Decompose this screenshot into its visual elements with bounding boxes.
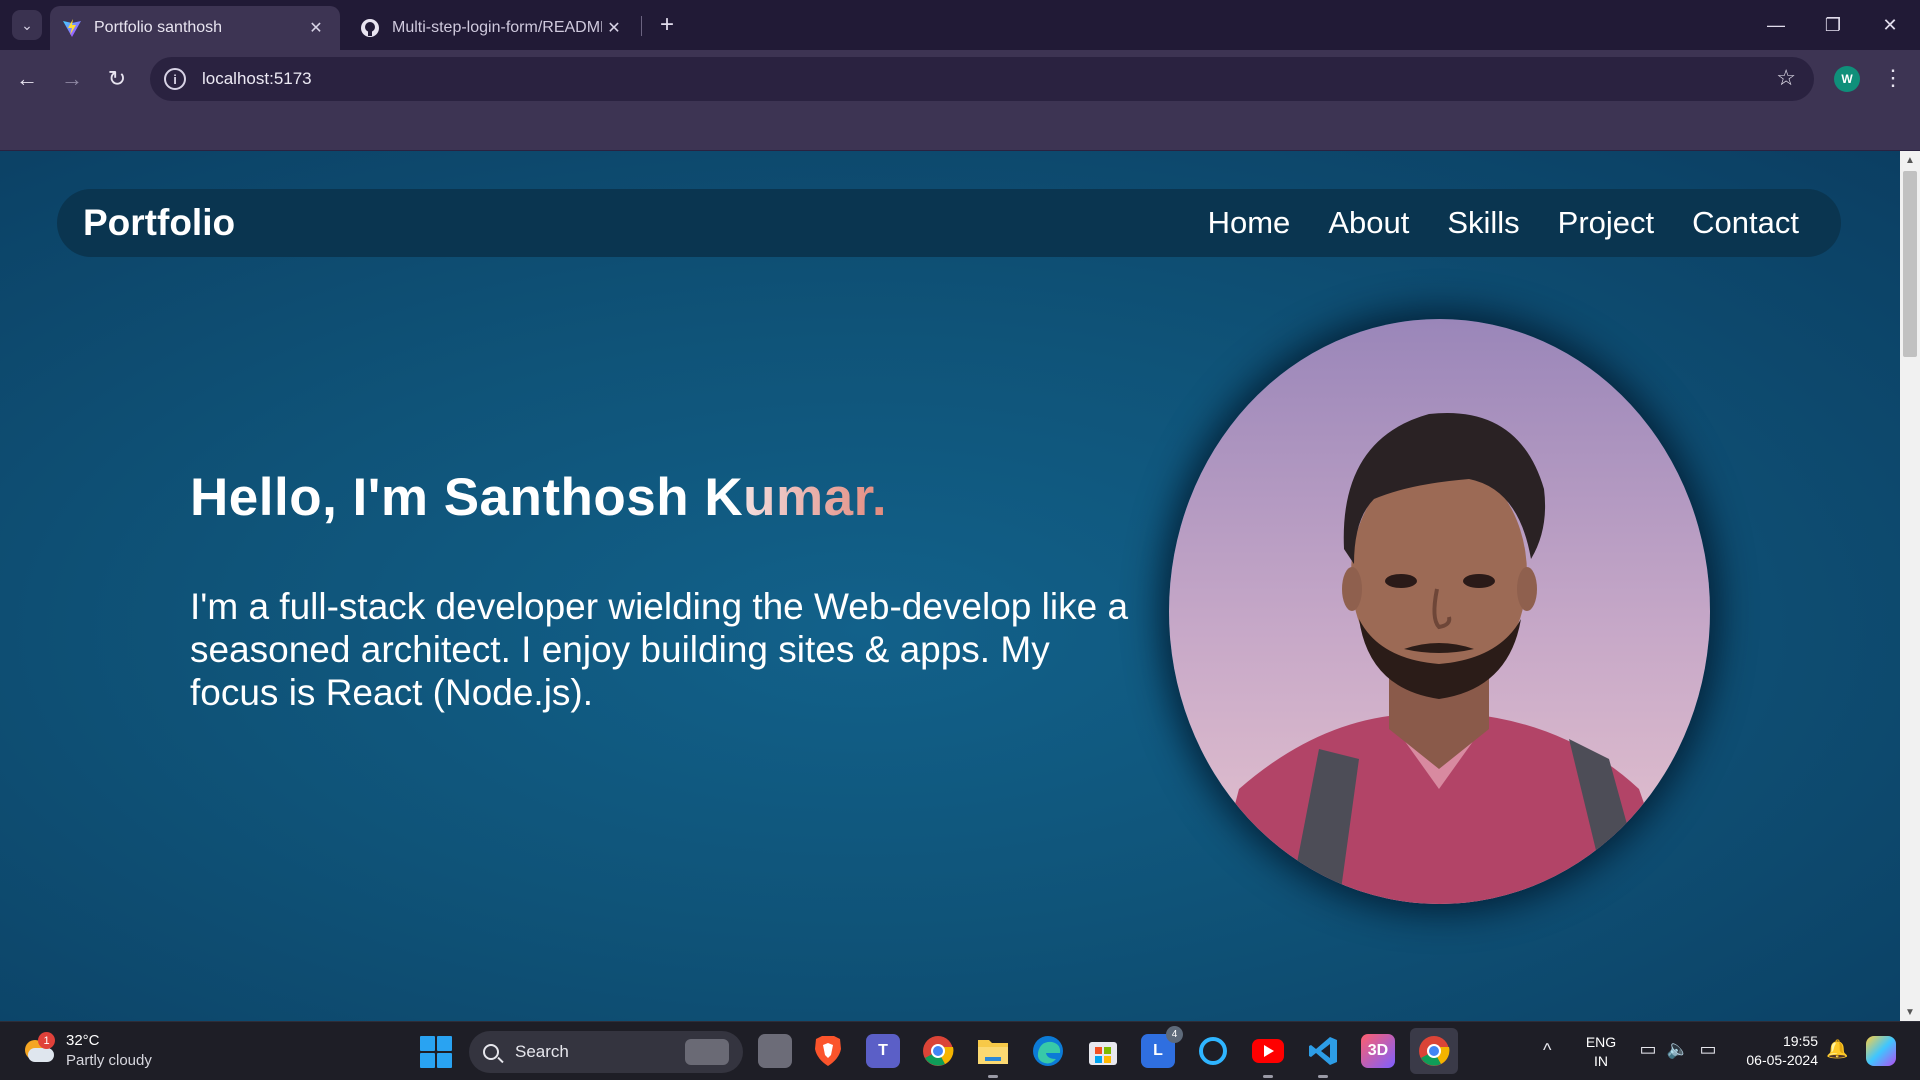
page-viewport: Portfolio Home About Skills Project Cont… [0, 151, 1920, 1021]
hero-greeting: Hello, I'm Santhosh K [190, 468, 744, 527]
minimize-button[interactable]: — [1756, 8, 1796, 42]
linkedin-learning-icon[interactable]: L 4 [1141, 1026, 1183, 1068]
nav-link-about[interactable]: About [1328, 205, 1409, 241]
search-highlight-icon [685, 1039, 729, 1065]
show-hidden-icons-chevron-icon[interactable]: ^ [1543, 1040, 1551, 1061]
youtube-icon[interactable] [1251, 1034, 1285, 1078]
nav-link-skills[interactable]: Skills [1447, 205, 1519, 241]
back-button[interactable]: ← [10, 62, 44, 96]
network-icon[interactable]: ▭ [1635, 1039, 1661, 1060]
scroll-up-arrow-icon[interactable]: ▲ [1900, 151, 1920, 169]
github-icon [361, 19, 379, 37]
vite-icon [63, 19, 81, 37]
url-text[interactable]: localhost:5173 [202, 69, 312, 89]
start-button-windows-icon[interactable] [420, 1036, 452, 1068]
tab-divider [641, 16, 642, 36]
tab-title: Multi-step-login-form/README [392, 19, 602, 36]
edge-icon[interactable] [1031, 1034, 1065, 1068]
partly-cloudy-icon: 1 [22, 1032, 56, 1066]
clock-time: 19:55 [1782, 1033, 1818, 1049]
weather-condition: Partly cloudy [66, 1052, 152, 1069]
weather-widget[interactable]: 1 32°C Partly cloudy [22, 1031, 152, 1071]
search-icon [483, 1044, 499, 1060]
nav-links: Home About Skills Project Contact [1208, 189, 1799, 257]
tab-portfolio[interactable]: Portfolio santhosh ✕ [50, 6, 340, 50]
nav-link-project[interactable]: Project [1558, 205, 1654, 241]
hero-description: I'm a full-stack developer wielding the … [190, 586, 1129, 713]
volume-icon[interactable]: 🔈 [1665, 1039, 1691, 1060]
vscode-icon[interactable] [1306, 1034, 1340, 1078]
close-icon[interactable]: ✕ [602, 18, 626, 38]
restore-button[interactable]: ❐ [1813, 8, 1853, 42]
weather-temperature: 32°C [66, 1032, 100, 1049]
profile-photo-illustration [1169, 319, 1710, 904]
profile-avatar[interactable]: W [1834, 66, 1860, 92]
notification-badge: 1 [38, 1032, 55, 1049]
tab-title: Portfolio santhosh [94, 19, 223, 36]
chevron-down-icon: ⌄ [21, 16, 33, 33]
battery-icon[interactable]: ▭ [1695, 1039, 1721, 1060]
teams-icon[interactable]: T [866, 1034, 900, 1068]
nav-link-home[interactable]: Home [1208, 205, 1291, 241]
browser-menu-icon[interactable]: ⋮ [1880, 64, 1906, 92]
notification-bell-icon[interactable]: 🔔 [1826, 1039, 1848, 1060]
system-clock[interactable]: 19:55 06-05-2024 [1734, 1032, 1818, 1070]
reload-button[interactable]: ↻ [100, 62, 134, 96]
hero-heading: Hello, I'm Santhosh Kumar. [190, 467, 887, 528]
browser-toolbar: ← → ↻ i localhost:5173 ☆ W ⋮ [0, 50, 1920, 108]
task-view-icon[interactable] [758, 1034, 792, 1068]
language-indicator[interactable]: ENG IN [1583, 1033, 1619, 1071]
cortana-icon[interactable] [1196, 1034, 1230, 1068]
profile-photo [1169, 319, 1710, 904]
new-tab-button[interactable]: + [652, 10, 682, 40]
chrome-profile-icon[interactable] [1410, 1028, 1458, 1074]
hero-name-accent: umar. [743, 468, 888, 527]
browser-tab-bar: ⌄ Portfolio santhosh ✕ Multi-step-login-… [0, 0, 1920, 50]
search-label: Search [515, 1042, 569, 1061]
brand-logo[interactable]: Portfolio [83, 202, 235, 244]
bookmark-bar [0, 108, 1920, 151]
address-bar[interactable]: i localhost:5173 ☆ [150, 57, 1814, 101]
file-explorer-icon[interactable] [976, 1034, 1010, 1078]
app-badge: 4 [1166, 1026, 1183, 1043]
chrome-icon[interactable] [921, 1034, 955, 1068]
clock-date: 06-05-2024 [1746, 1052, 1818, 1068]
forward-button[interactable]: → [55, 62, 89, 96]
windows-taskbar: 1 32°C Partly cloudy Search T L 4 3D ^ E… [0, 1021, 1920, 1080]
close-icon[interactable]: ✕ [304, 18, 328, 38]
brave-icon[interactable] [811, 1034, 845, 1068]
microsoft-store-icon[interactable] [1086, 1034, 1120, 1068]
scrollbar-thumb[interactable] [1903, 171, 1917, 357]
taskbar-search[interactable]: Search [469, 1031, 743, 1073]
copilot-icon[interactable] [1866, 1036, 1896, 1066]
nav-link-contact[interactable]: Contact [1692, 205, 1799, 241]
tab-search-button[interactable]: ⌄ [12, 10, 42, 40]
page-scrollbar[interactable]: ▲ ▼ [1900, 151, 1920, 1021]
close-window-button[interactable]: ✕ [1870, 8, 1910, 42]
scroll-down-arrow-icon[interactable]: ▼ [1900, 1003, 1920, 1021]
site-info-icon[interactable]: i [164, 68, 186, 90]
3d-viewer-icon[interactable]: 3D [1361, 1034, 1395, 1068]
tab-github-readme[interactable]: Multi-step-login-form/README ✕ [348, 6, 638, 50]
site-navbar: Portfolio Home About Skills Project Cont… [57, 189, 1841, 257]
bookmark-star-icon[interactable]: ☆ [1776, 65, 1796, 91]
